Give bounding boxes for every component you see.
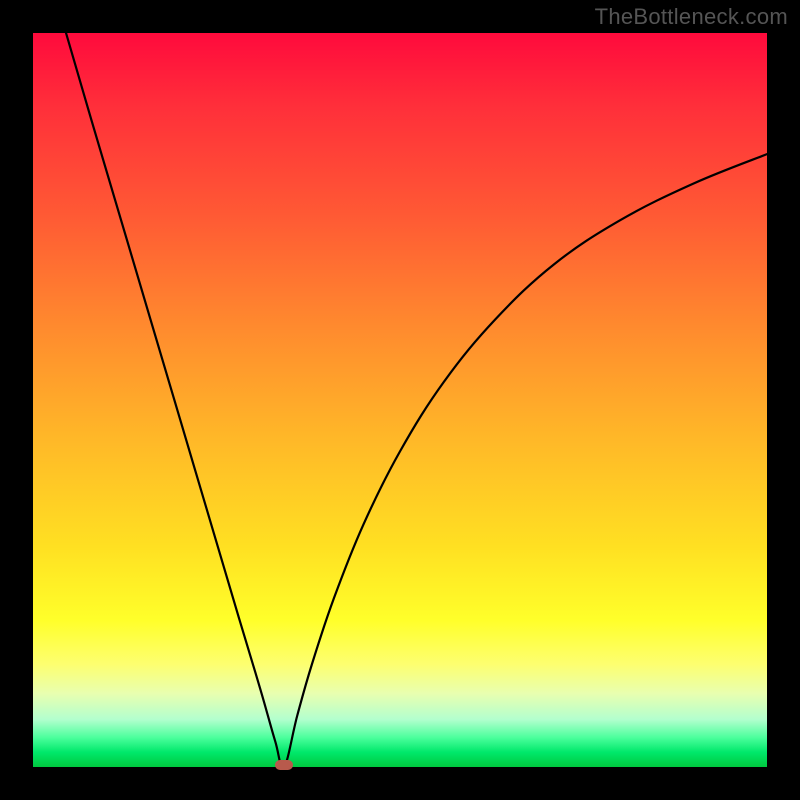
plot-area — [33, 33, 767, 767]
vertex-marker — [275, 760, 293, 770]
bottleneck-curve — [33, 33, 767, 767]
chart-frame: TheBottleneck.com — [0, 0, 800, 800]
watermark-text: TheBottleneck.com — [595, 4, 788, 30]
